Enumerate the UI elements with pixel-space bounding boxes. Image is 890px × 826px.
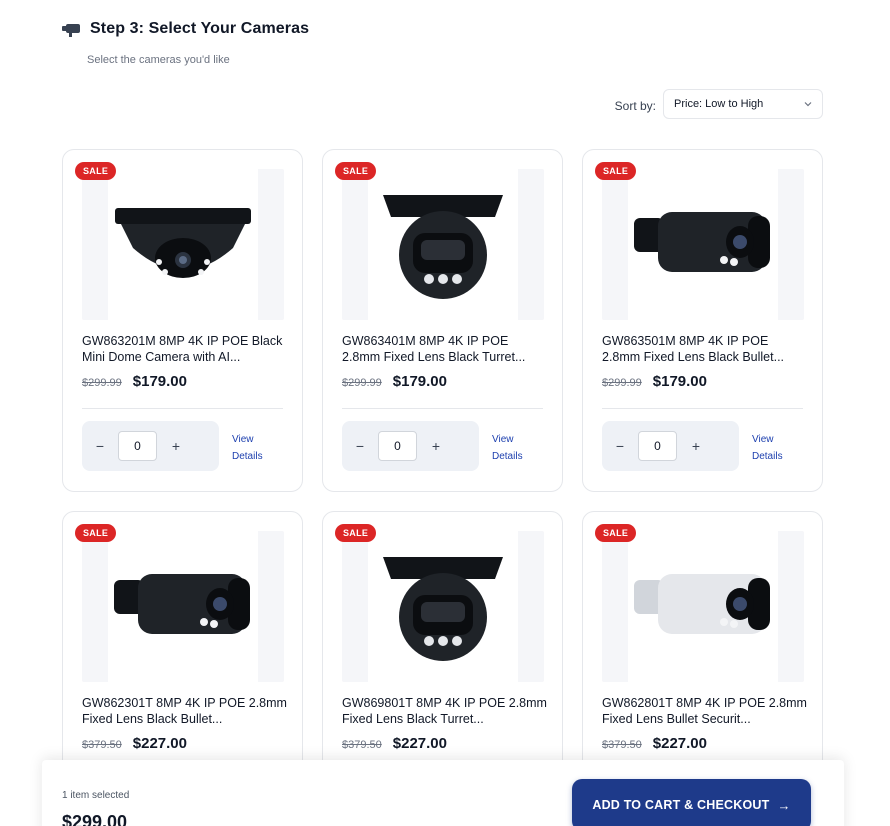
sale-price: $179.00: [652, 373, 707, 390]
sale-badge: SALE: [75, 524, 117, 542]
decrement-button[interactable]: −: [602, 438, 638, 454]
sale-price: $179.00: [392, 373, 447, 390]
product-image[interactable]: [602, 169, 804, 320]
product-card: SALE GW863201M 8MP 4K IP POE Black Mini …: [62, 149, 303, 492]
original-price: $299.99: [342, 377, 382, 389]
selected-total: $299.00: [62, 812, 128, 826]
product-title[interactable]: GW862301T 8MP 4K IP POE 2.8mm Fixed Lens…: [82, 695, 287, 727]
decrement-button[interactable]: −: [82, 438, 118, 454]
step-header: Step 3: Select Your Cameras: [62, 20, 309, 38]
arrow-right-icon: →: [777, 797, 791, 813]
sale-badge: SALE: [595, 162, 637, 180]
product-title[interactable]: GW863201M 8MP 4K IP POE Black Mini Dome …: [82, 333, 287, 365]
original-price: $379.50: [82, 739, 122, 751]
original-price: $379.50: [602, 739, 642, 751]
decrement-button[interactable]: −: [342, 438, 378, 454]
price-row: $379.50 $227.00: [602, 735, 707, 752]
add-to-cart-checkout-button[interactable]: ADD TO CART & CHECKOUT →: [572, 779, 811, 826]
sort-selected-value: Price: Low to High: [674, 98, 764, 110]
original-price: $299.99: [602, 377, 642, 389]
product-image[interactable]: [342, 531, 544, 682]
product-title[interactable]: GW863501M 8MP 4K IP POE 2.8mm Fixed Lens…: [602, 333, 807, 365]
increment-button[interactable]: +: [418, 438, 454, 454]
product-title[interactable]: GW863401M 8MP 4K IP POE 2.8mm Fixed Lens…: [342, 333, 547, 365]
price-row: $299.99 $179.00: [82, 373, 187, 390]
sale-badge: SALE: [595, 524, 637, 542]
sort-label: Sort by:: [614, 99, 656, 113]
product-card: SALE GW863401M 8MP 4K IP POE 2.8mm Fixed…: [322, 149, 563, 492]
sort-control: Sort by: Price: Low to High: [615, 89, 823, 119]
bullet-camera-icon: [108, 531, 258, 682]
product-title[interactable]: GW869801T 8MP 4K IP POE 2.8mm Fixed Lens…: [342, 695, 547, 727]
sale-badge: SALE: [335, 524, 377, 542]
price-row: $379.50 $227.00: [82, 735, 187, 752]
product-image[interactable]: [82, 169, 284, 320]
sale-price: $227.00: [652, 735, 707, 752]
bullet-camera-icon: [628, 169, 778, 320]
original-price: $379.50: [342, 739, 382, 751]
camera-icon: [62, 24, 80, 37]
divider: [342, 408, 543, 409]
divider: [82, 408, 283, 409]
increment-button[interactable]: +: [678, 438, 714, 454]
quantity-input[interactable]: 0: [378, 431, 417, 461]
step-subtitle: Select the cameras you'd like: [87, 54, 230, 66]
increment-button[interactable]: +: [158, 438, 194, 454]
price-row: $299.99 $179.00: [602, 373, 707, 390]
view-details-link[interactable]: View Details: [752, 431, 792, 465]
quantity-stepper: − 0 +: [82, 421, 219, 471]
chevron-down-icon: [804, 102, 812, 107]
turret-camera-icon: [368, 531, 518, 682]
turret-camera-icon: [368, 169, 518, 320]
product-image[interactable]: [602, 531, 804, 682]
bullet-camera-icon: [628, 531, 778, 682]
view-details-link[interactable]: View Details: [232, 431, 272, 465]
product-image[interactable]: [82, 531, 284, 682]
quantity-input[interactable]: 0: [638, 431, 677, 461]
price-row: $379.50 $227.00: [342, 735, 447, 752]
divider: [602, 408, 803, 409]
quantity-input[interactable]: 0: [118, 431, 157, 461]
dome-camera-icon: [108, 169, 258, 320]
sale-badge: SALE: [75, 162, 117, 180]
product-image[interactable]: [342, 169, 544, 320]
product-title[interactable]: GW862801T 8MP 4K IP POE 2.8mm Fixed Lens…: [602, 695, 807, 727]
price-row: $299.99 $179.00: [342, 373, 447, 390]
step-title: Step 3: Select Your Cameras: [90, 20, 310, 37]
product-card: SALE GW863501M 8MP 4K IP POE 2.8mm Fixed…: [582, 149, 823, 492]
sort-select[interactable]: Price: Low to High: [663, 89, 823, 119]
selected-count: 1 item selected: [62, 790, 130, 801]
quantity-stepper: − 0 +: [342, 421, 479, 471]
sale-price: $179.00: [132, 373, 187, 390]
checkout-bar: 1 item selected $299.00 ADD TO CART & CH…: [42, 760, 844, 826]
quantity-stepper: − 0 +: [602, 421, 739, 471]
sale-price: $227.00: [392, 735, 447, 752]
original-price: $299.99: [82, 377, 122, 389]
sale-badge: SALE: [335, 162, 377, 180]
view-details-link[interactable]: View Details: [492, 431, 532, 465]
checkout-label: ADD TO CART & CHECKOUT: [592, 798, 770, 812]
product-grid: SALE GW863201M 8MP 4K IP POE Black Mini …: [62, 149, 823, 826]
sale-price: $227.00: [132, 735, 187, 752]
